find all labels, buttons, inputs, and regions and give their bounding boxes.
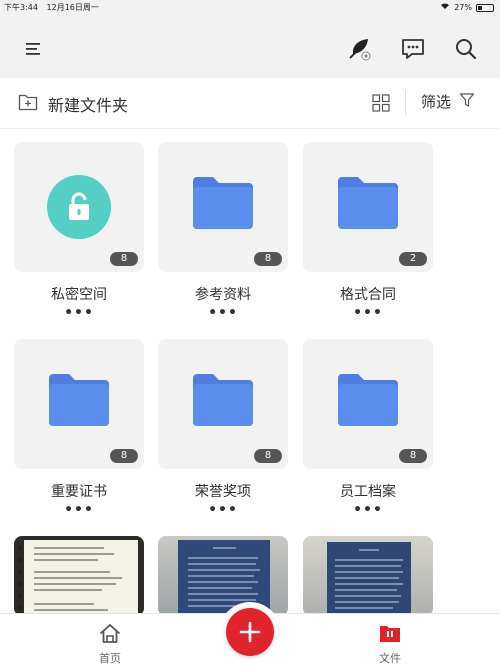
document-photo-icon [178,540,270,613]
feather-icon[interactable] [346,36,372,62]
toolbar-divider [405,90,406,116]
new-folder-label: 新建文件夹 [48,96,129,115]
item-count-badge: 8 [399,449,427,463]
plus-icon [239,621,261,643]
chat-icon[interactable] [400,36,426,62]
document-thumbnail[interactable] [158,536,288,613]
item-count-badge: 8 [254,252,282,266]
item-count-badge: 8 [110,252,138,266]
lock-icon [47,175,111,239]
more-options-icon[interactable]: ••• [158,306,288,320]
document-photo-icon [327,542,411,613]
nav-files[interactable]: 文件 [360,622,420,666]
folder-card[interactable]: 8 [14,142,144,272]
new-folder-button[interactable]: 新建文件夹 [18,92,128,116]
folder-icon [193,374,253,426]
document-thumbnail[interactable] [14,536,144,613]
status-time: 下午3:44 [4,3,38,12]
folder-card[interactable]: 8 [303,339,433,469]
menu-icon[interactable] [20,36,46,62]
nav-files-label: 文件 [379,652,401,665]
folder-item-contracts[interactable]: 2 格式合同 ••• [303,142,433,320]
folder-card[interactable]: 8 [158,142,288,272]
folder-icon [338,374,398,426]
folder-plus-icon [18,93,38,115]
item-count-badge: 8 [254,449,282,463]
filter-button[interactable]: 筛选 [421,91,475,112]
folder-icon [49,374,109,426]
grid-view-icon[interactable] [372,94,390,112]
home-icon [100,624,120,643]
top-bar [0,14,500,78]
folder-name: 员工档案 [340,484,396,500]
add-button[interactable] [226,608,274,656]
more-options-icon[interactable]: ••• [14,306,144,320]
more-options-icon[interactable]: ••• [14,503,144,517]
battery-percent: 27% [454,3,472,12]
file-grid: 8 私密空间 ••• 8 参考资料 ••• 2 格式合同 ••• 8 重要证书 … [0,130,500,613]
search-icon[interactable] [453,36,479,62]
folder-item-private[interactable]: 8 私密空间 ••• [14,142,144,320]
folder-card[interactable]: 8 [158,339,288,469]
folder-icon [338,177,398,229]
folder-card[interactable]: 2 [303,142,433,272]
wifi-icon [440,2,450,13]
battery-icon [476,3,494,12]
item-count-badge: 2 [399,252,427,266]
folder-name: 重要证书 [51,484,107,500]
status-date: 12月16日周一 [46,3,99,12]
folder-name: 私密空间 [51,287,107,303]
more-options-icon[interactable]: ••• [158,503,288,517]
folder-item-staff[interactable]: 8 员工档案 ••• [303,339,433,517]
screen: 下午3:44 12月16日周一 27% 新建文件夹 筛选 8 私密空间 ••• … [0,0,500,667]
notebook-photo-icon [14,536,144,613]
nav-home[interactable]: 首页 [80,622,140,666]
filter-label: 筛选 [421,93,452,111]
folder-card[interactable]: 8 [14,339,144,469]
more-options-icon[interactable]: ••• [303,503,433,517]
filter-icon [459,92,475,112]
folder-name: 荣誉奖项 [195,484,251,500]
item-count-badge: 8 [110,449,138,463]
folder-item-certificates[interactable]: 8 重要证书 ••• [14,339,144,517]
folder-item-awards[interactable]: 8 荣誉奖项 ••• [158,339,288,517]
toolbar: 新建文件夹 筛选 [0,78,500,129]
folder-item-reference[interactable]: 8 参考资料 ••• [158,142,288,320]
document-thumbnail[interactable] [303,536,433,613]
folder-name: 参考资料 [195,287,251,303]
folder-name: 格式合同 [340,287,396,303]
status-bar: 下午3:44 12月16日周一 27% [0,0,500,14]
nav-home-label: 首页 [99,652,121,665]
files-icon [380,626,400,642]
folder-icon [193,177,253,229]
more-options-icon[interactable]: ••• [303,306,433,320]
